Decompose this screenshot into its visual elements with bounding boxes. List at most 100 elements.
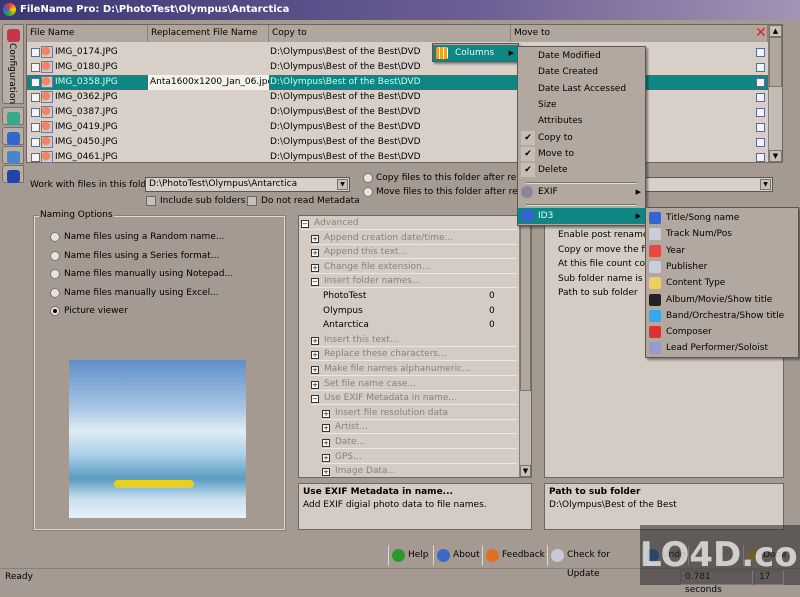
- delete-checkbox[interactable]: [756, 153, 765, 162]
- target-folder-combo[interactable]: ▼: [640, 177, 773, 192]
- copy-after-radio[interactable]: [363, 173, 373, 183]
- undo-button[interactable]: Undo: [642, 545, 687, 566]
- tree-item[interactable]: + Set file name case...: [311, 377, 517, 391]
- delete-checkbox[interactable]: [756, 138, 765, 147]
- row-checkbox[interactable]: [31, 153, 40, 162]
- menu-item-exif[interactable]: EXIF ▶: [518, 184, 645, 200]
- tree-expand-icon[interactable]: +: [322, 453, 330, 462]
- chevron-down-icon[interactable]: ▼: [760, 179, 771, 190]
- tree-expand-icon[interactable]: +: [322, 439, 330, 447]
- tree-item[interactable]: + Append this text...: [311, 245, 517, 260]
- menu-item[interactable]: Size: [518, 97, 645, 113]
- tree-collapse-icon[interactable]: −: [301, 220, 309, 228]
- row-checkbox[interactable]: [31, 93, 40, 102]
- help-button[interactable]: Help: [388, 545, 432, 566]
- id3-menu-item[interactable]: Composer: [646, 324, 798, 340]
- tree-item[interactable]: + Replace these characters...: [311, 347, 517, 362]
- id3-menu-item[interactable]: Band/Orchestra/Show title: [646, 308, 798, 324]
- file-row[interactable]: IMG_0461.JPG D:\Olympus\Best of the Best\…: [27, 150, 768, 165]
- file-row[interactable]: IMG_0387.JPG D:\Olympus\Best of the Best\…: [27, 105, 768, 120]
- side-tab-4[interactable]: [2, 165, 24, 183]
- menu-item[interactable]: ✔ Delete: [518, 162, 645, 178]
- chevron-down-icon[interactable]: ▼: [337, 179, 348, 190]
- delete-checkbox[interactable]: [756, 108, 765, 117]
- tree-collapse-icon[interactable]: −: [311, 395, 319, 404]
- file-list-scrollbar[interactable]: ▲ ▼: [768, 25, 782, 162]
- naming-option-radio[interactable]: [50, 288, 60, 298]
- tree-item[interactable]: + Append creation date/time...: [311, 231, 517, 245]
- include-sub-folders-checkbox[interactable]: [146, 196, 156, 206]
- menu-item[interactable]: Attributes: [518, 113, 645, 129]
- row-checkbox[interactable]: [31, 48, 40, 57]
- tree-item[interactable]: − Use EXIF Metadata in name...: [311, 391, 517, 406]
- tree-item[interactable]: Antarctica 0: [323, 318, 517, 332]
- menu-item-columns[interactable]: Columns ▶: [433, 45, 518, 61]
- row-checkbox[interactable]: [31, 108, 40, 117]
- tree-expand-icon[interactable]: +: [311, 366, 319, 374]
- side-tab-1[interactable]: [2, 107, 24, 125]
- file-row[interactable]: IMG_0180.JPG D:\Olympus\Best of the Best\…: [27, 60, 768, 75]
- column-header-file-name[interactable]: File Name: [27, 25, 148, 42]
- delete-checkbox[interactable]: [756, 78, 765, 87]
- right-option[interactable]: Sub folder name is: [558, 274, 643, 284]
- right-option[interactable]: At this file count copy: [558, 259, 656, 269]
- file-row[interactable]: IMG_0419.JPG D:\Olympus\Best of the Best\…: [27, 120, 768, 135]
- file-row[interactable]: IMG_0358.JPG Anta1600x1200_Jan_06.jpeg D:\…: [27, 75, 768, 90]
- id3-menu-item[interactable]: Publisher: [646, 259, 798, 275]
- delete-checkbox[interactable]: [756, 123, 765, 132]
- replacement-name[interactable]: Anta1600x1200_Jan_06.jpeg: [148, 75, 269, 90]
- file-list[interactable]: File Name Replacement File Name Copy to …: [26, 24, 783, 163]
- id3-menu-item[interactable]: Album/Movie/Show title: [646, 292, 798, 308]
- id3-menu-item[interactable]: Content Type: [646, 275, 798, 291]
- side-tab-0[interactable]: Configuration: [2, 24, 24, 104]
- naming-option-radio[interactable]: [50, 269, 60, 279]
- tree-item[interactable]: + GPS...: [322, 450, 517, 464]
- done-button[interactable]: Done: [743, 545, 787, 566]
- right-option[interactable]: Path to sub folder: [558, 288, 638, 298]
- tree-item[interactable]: Olympus 0: [323, 304, 517, 318]
- options-tree[interactable]: − Advanced + Append creation date/time... + A…: [298, 215, 532, 478]
- no-metadata-checkbox[interactable]: [247, 196, 257, 206]
- tree-item[interactable]: − Advanced: [301, 216, 517, 230]
- file-row[interactable]: IMG_0450.JPG D:\Olympus\Best of the Best\…: [27, 135, 768, 150]
- delete-checkbox[interactable]: [756, 48, 765, 57]
- row-checkbox[interactable]: [31, 63, 40, 72]
- file-row[interactable]: IMG_0174.JPG D:\Olympus\Best of the Best\…: [27, 45, 768, 60]
- naming-option-radio[interactable]: [50, 251, 60, 261]
- tree-item[interactable]: + Artist...: [322, 420, 517, 435]
- menu-item[interactable]: Date Created: [518, 64, 645, 80]
- column-header-copy-to[interactable]: Copy to: [269, 25, 511, 42]
- column-header-move-to[interactable]: Move to: [511, 25, 768, 42]
- tree-collapse-icon[interactable]: −: [311, 278, 319, 287]
- delete-checkbox[interactable]: [756, 63, 765, 72]
- delete-checkbox[interactable]: [756, 93, 765, 102]
- tree-scrollbar[interactable]: ▼: [519, 216, 531, 477]
- tree-expand-icon[interactable]: +: [311, 249, 319, 258]
- id3-menu-item[interactable]: Track Num/Pos: [646, 226, 798, 242]
- tree-expand-icon[interactable]: +: [311, 336, 319, 345]
- tree-item[interactable]: + Change file extension...: [311, 260, 517, 274]
- tree-expand-icon[interactable]: +: [322, 409, 330, 418]
- apply-button[interactable]: Apply: [688, 545, 742, 566]
- tree-item[interactable]: + Date...: [322, 435, 517, 449]
- row-checkbox[interactable]: [31, 123, 40, 132]
- side-tab-3[interactable]: [2, 146, 24, 164]
- tree-item[interactable]: + Make file names alphanumeric...: [311, 362, 517, 376]
- menu-item-id3[interactable]: ID3 ▶: [518, 208, 645, 224]
- file-row[interactable]: IMG_0362.JPG D:\Olympus\Best of the Best\…: [27, 90, 768, 105]
- tree-expand-icon[interactable]: +: [322, 424, 330, 433]
- right-option[interactable]: Enable post rename o: [558, 230, 657, 240]
- close-icon[interactable]: ✕: [755, 26, 767, 40]
- row-checkbox[interactable]: [31, 138, 40, 147]
- tree-expand-icon[interactable]: +: [311, 234, 319, 243]
- menu-item[interactable]: Date Last Accessed: [518, 81, 645, 97]
- naming-option-radio[interactable]: [50, 306, 60, 316]
- tree-item[interactable]: PhotoTest 0: [323, 289, 517, 303]
- row-checkbox[interactable]: [31, 78, 40, 87]
- side-tab-2[interactable]: [2, 127, 24, 145]
- id3-menu-item[interactable]: Lead Performer/Soloist: [646, 340, 798, 356]
- folder-combo[interactable]: D:\PhotoTest\Olympus\Antarctica ▼: [145, 177, 350, 192]
- tree-item[interactable]: + Image Data...: [322, 464, 517, 477]
- menu-item[interactable]: Date Modified: [518, 48, 645, 64]
- check-for-update-button[interactable]: Check for Update: [547, 545, 641, 579]
